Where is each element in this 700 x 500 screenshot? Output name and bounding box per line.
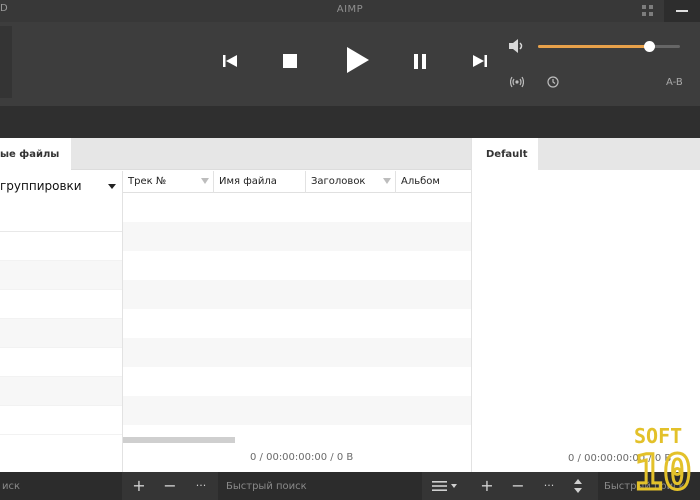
column-title[interactable]: Заголовок [306, 171, 396, 193]
table-row[interactable] [123, 338, 471, 367]
title-bar: D AIMP [0, 0, 700, 22]
horizontal-scrollbar[interactable] [123, 437, 235, 443]
list-item[interactable] [0, 232, 122, 261]
table-row[interactable] [123, 222, 471, 251]
list-item[interactable] [0, 261, 122, 290]
window-title: AIMP [336, 4, 364, 15]
table-row[interactable] [123, 367, 471, 396]
toolbar-band [0, 106, 700, 138]
table-header: Трек № Имя файла Заголовок Альбом [123, 171, 471, 193]
volume-slider[interactable] [538, 41, 680, 52]
minimize-icon [676, 10, 688, 12]
grouping-selector[interactable]: группировки [0, 171, 122, 203]
table-row[interactable] [123, 396, 471, 425]
column-label: Имя файла [219, 176, 277, 187]
list-item[interactable] [0, 348, 122, 377]
search-input-middle[interactable]: Быстрый поиск [218, 472, 422, 500]
column-file-name[interactable]: Имя файла [214, 171, 306, 193]
menu-icon[interactable] [432, 480, 458, 492]
chevron-down-icon [108, 184, 116, 189]
radio-icon[interactable] [510, 76, 524, 88]
aimp-window: D AIMP A-B ые файлы группировки Трек № И… [0, 0, 700, 500]
mini-mode-icon[interactable] [642, 5, 654, 17]
list-item[interactable] [0, 319, 122, 348]
search-input-left[interactable]: иск [0, 472, 122, 500]
sort-icon[interactable] [573, 479, 583, 493]
table-row[interactable] [123, 193, 471, 222]
filter-icon[interactable] [383, 178, 391, 184]
filter-icon[interactable] [201, 178, 209, 184]
next-track-icon[interactable] [472, 54, 488, 68]
minimize-button[interactable] [664, 0, 700, 22]
list-item[interactable] [0, 406, 122, 435]
svg-text:10: 10 [634, 445, 692, 497]
table-row[interactable] [123, 251, 471, 280]
sleep-timer-icon[interactable] [547, 76, 559, 88]
ab-repeat-button[interactable]: A-B [666, 77, 683, 88]
table-row[interactable] [123, 280, 471, 309]
list-item[interactable] [0, 377, 122, 406]
column-label: Альбом [401, 176, 440, 187]
column-track-number[interactable]: Трек № [123, 171, 214, 193]
column-album[interactable]: Альбом [396, 171, 471, 193]
volume-icon[interactable] [508, 38, 526, 54]
column-label: Трек № [128, 176, 167, 187]
bottom-toolbar: иск + − ··· Быстрый поиск + − ··· Быстры… [0, 472, 700, 500]
play-icon[interactable] [346, 46, 370, 74]
previous-track-icon[interactable] [222, 54, 238, 68]
content-area: ые файлы группировки Трек № Имя файла За… [0, 138, 700, 472]
volume-fill [538, 45, 649, 48]
column-label: Заголовок [311, 176, 366, 187]
playlist-tabs-left: ые файлы [0, 138, 471, 170]
cover-art-area [0, 26, 12, 98]
more-button-right[interactable]: ··· [538, 472, 560, 500]
tab-default[interactable]: Default [472, 138, 538, 170]
list-item[interactable] [0, 290, 122, 319]
add-button-right[interactable]: + [476, 472, 498, 500]
group-list [0, 232, 122, 472]
pause-icon[interactable] [413, 54, 427, 69]
table-body [123, 193, 471, 433]
playlist-status: 0 / 00:00:00:00 / 0 B [250, 452, 354, 463]
soft10-watermark: SOFT 10 [633, 424, 694, 497]
right-playlist-pane: Default 0 / 00:00:00:00 / 0 B [472, 138, 700, 472]
remove-button-left[interactable]: − [159, 472, 181, 500]
tab-files[interactable]: ые файлы [0, 138, 71, 170]
add-button-left[interactable]: + [128, 472, 150, 500]
grouping-label: группировки [0, 179, 82, 193]
more-button-left[interactable]: ··· [190, 472, 212, 500]
volume-knob[interactable] [644, 41, 655, 52]
player-panel: A-B [0, 22, 700, 106]
remove-button-right[interactable]: − [507, 472, 529, 500]
stop-icon[interactable] [283, 54, 297, 68]
playlist-tabs-right: Default [472, 138, 700, 170]
table-row[interactable] [123, 309, 471, 338]
track-table: Трек № Имя файла Заголовок Альбом 0 / 00… [123, 171, 471, 472]
